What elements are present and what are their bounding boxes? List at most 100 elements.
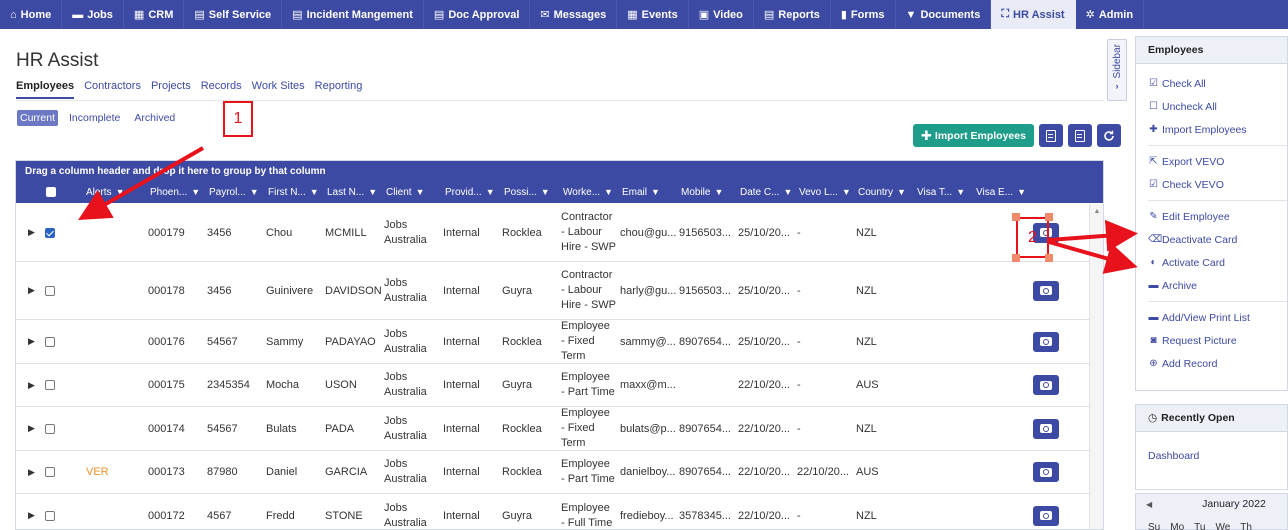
table-row[interactable]: ▶ 000175 2345354 Mocha USON Jobs Australia Int…: [16, 364, 1089, 407]
request-picture-button[interactable]: [1033, 462, 1059, 482]
row-checkbox[interactable]: [45, 510, 55, 521]
filter-incomplete[interactable]: Incomplete: [66, 110, 123, 126]
filter-icon[interactable]: ▼: [191, 187, 200, 197]
nav-item-doc-approval[interactable]: ▤ Doc Approval: [424, 0, 531, 29]
action-deactivate-card[interactable]: ⌫ Deactivate Card: [1136, 228, 1287, 251]
request-picture-button[interactable]: [1033, 505, 1059, 526]
nav-item-documents[interactable]: ▼ Documents: [896, 0, 992, 29]
column-header-mobile[interactable]: Mobile ▼: [681, 181, 723, 203]
export-excel-button[interactable]: [1038, 124, 1063, 147]
sidebar-toggle[interactable]: Sidebar ›: [1107, 39, 1127, 101]
nav-item-messages[interactable]: ✉ Messages: [530, 0, 618, 29]
filter-icon[interactable]: ▼: [1017, 187, 1026, 197]
filter-icon[interactable]: ▼: [310, 187, 319, 197]
column-header-email[interactable]: Email ▼: [622, 181, 660, 203]
action-edit-employee[interactable]: ✎ Edit Employee: [1136, 205, 1287, 228]
column-header-possi[interactable]: Possi... ▼: [504, 181, 550, 203]
filter-archived[interactable]: Archived: [131, 110, 178, 126]
filter-icon[interactable]: ▼: [416, 187, 425, 197]
filter-icon[interactable]: ▼: [783, 187, 792, 197]
row-checkbox[interactable]: [45, 467, 55, 477]
table-row[interactable]: ▶ 000178 3456 Guinivere DAVIDSON Jobs Austral…: [16, 262, 1089, 320]
request-picture-button[interactable]: [1033, 280, 1059, 301]
nav-item-jobs[interactable]: ▬ Jobs: [62, 0, 124, 29]
nav-item-admin[interactable]: ✲ Admin: [1076, 0, 1145, 29]
filter-icon[interactable]: ▼: [486, 187, 495, 197]
nav-item-reports[interactable]: ▤ Reports: [754, 0, 831, 29]
request-picture-button[interactable]: [1033, 331, 1059, 352]
filter-current[interactable]: Current: [17, 110, 59, 126]
filter-icon[interactable]: ▼: [368, 187, 377, 197]
column-header-last-n[interactable]: Last N... ▼: [327, 181, 377, 203]
action-uncheck-all[interactable]: ☐ Uncheck All: [1136, 95, 1287, 118]
table-row[interactable]: ▶ 000174 54567 Bulats PADA Jobs Australia Inte…: [16, 407, 1089, 451]
nav-item-incident-mangement[interactable]: ▤ Incident Mangement: [282, 0, 424, 29]
column-header-visa-e[interactable]: Visa E... ▼: [976, 181, 1026, 203]
filter-icon[interactable]: ▼: [651, 187, 660, 197]
filter-icon[interactable]: ▼: [956, 187, 965, 197]
row-checkbox[interactable]: [45, 423, 55, 434]
action-add-record[interactable]: ⊕ Add Record: [1136, 352, 1287, 375]
action-activate-card[interactable]: ◐ Activate Card: [1136, 251, 1287, 274]
filter-icon[interactable]: ▼: [541, 187, 550, 197]
row-checkbox[interactable]: [45, 380, 55, 390]
column-header-visa-t[interactable]: Visa T... ▼: [917, 181, 965, 203]
filter-icon[interactable]: ▼: [250, 187, 259, 197]
expand-caret-icon[interactable]: ▶: [28, 510, 35, 521]
select-all-checkbox[interactable]: [46, 187, 56, 197]
filter-icon[interactable]: ▼: [842, 187, 851, 197]
table-row[interactable]: ▶ 000176 54567 Sammy PADAYAO Jobs Australia In…: [16, 320, 1089, 364]
expand-caret-icon[interactable]: ▶: [28, 423, 35, 434]
tab-projects[interactable]: Projects: [151, 80, 191, 99]
group-drop-area[interactable]: Drag a column header and drop it here to…: [16, 161, 1103, 181]
import-employees-button[interactable]: ✚ Import Employees: [913, 124, 1034, 147]
column-header-alerts[interactable]: Alerts ▼: [86, 181, 124, 203]
recent-item-dashboard[interactable]: Dashboard: [1136, 444, 1287, 467]
row-checkbox[interactable]: [45, 285, 55, 296]
nav-item-home[interactable]: ⌂ Home: [0, 0, 63, 29]
tab-work-sites[interactable]: Work Sites: [252, 80, 305, 99]
grid-scrollbar[interactable]: ▲: [1089, 204, 1103, 529]
action-import-employees[interactable]: ✚ Import Employees: [1136, 118, 1287, 141]
table-row[interactable]: ▶ 000172 4567 Fredd STONE Jobs Australia Inter…: [16, 494, 1089, 529]
tab-employees[interactable]: Employees: [16, 80, 75, 99]
action-export-vevo[interactable]: ⇱ Export VEVO: [1136, 150, 1287, 173]
nav-item-events[interactable]: ▦ Events: [617, 0, 689, 29]
expand-caret-icon[interactable]: ▶: [28, 336, 35, 347]
filter-icon[interactable]: ▼: [897, 187, 906, 197]
table-row[interactable]: ▶ 000179 3456 Chou MCMILL Jobs Australia Inter…: [16, 204, 1089, 262]
tab-reporting[interactable]: Reporting: [315, 80, 363, 99]
column-header-date-c[interactable]: Date C... ▼: [740, 181, 792, 203]
request-picture-button[interactable]: [1033, 375, 1059, 395]
nav-item-forms[interactable]: ▮ Forms: [831, 0, 896, 29]
filter-icon[interactable]: ▼: [604, 187, 613, 197]
scroll-up-icon[interactable]: ▲: [1090, 208, 1103, 215]
column-header-client[interactable]: Client ▼: [386, 181, 425, 203]
action-archive[interactable]: ▬ Archive: [1136, 274, 1287, 297]
expand-caret-icon[interactable]: ▶: [28, 467, 35, 478]
tab-contractors[interactable]: Contractors: [84, 80, 141, 99]
column-header-country[interactable]: Country ▼: [858, 181, 906, 203]
column-header-worke[interactable]: Worke... ▼: [563, 181, 613, 203]
expand-caret-icon[interactable]: ▶: [28, 285, 35, 296]
filter-icon[interactable]: ▼: [116, 187, 125, 197]
action-check-vevo[interactable]: ☑ Check VEVO: [1136, 173, 1287, 196]
column-header-payrol[interactable]: Payrol... ▼: [209, 181, 259, 203]
expand-caret-icon[interactable]: ▶: [28, 380, 35, 391]
column-header-phoen[interactable]: Phoen... ▼: [150, 181, 200, 203]
column-header-provid[interactable]: Provid... ▼: [445, 181, 495, 203]
action-add-view-print-list[interactable]: ▬ Add/View Print List: [1136, 306, 1287, 329]
row-checkbox[interactable]: [45, 336, 55, 347]
request-picture-button[interactable]: [1033, 418, 1059, 439]
column-header-first-n[interactable]: First N... ▼: [268, 181, 319, 203]
nav-item-self-service[interactable]: ▤ Self Service: [184, 0, 283, 29]
action-request-picture[interactable]: ◙ Request Picture: [1136, 329, 1287, 352]
filter-icon[interactable]: ▼: [714, 187, 723, 197]
action-check-all[interactable]: ☑ Check All: [1136, 72, 1287, 95]
expand-caret-icon[interactable]: ▶: [28, 227, 35, 238]
nav-item-crm[interactable]: ▦ CRM: [124, 0, 185, 29]
refresh-button[interactable]: [1096, 124, 1121, 147]
prev-month-icon[interactable]: ◀: [1146, 500, 1152, 509]
table-row[interactable]: ▶ VER 000173 87980 Daniel GARCIA Jobs Australi…: [16, 451, 1089, 494]
tab-records[interactable]: Records: [201, 80, 242, 99]
